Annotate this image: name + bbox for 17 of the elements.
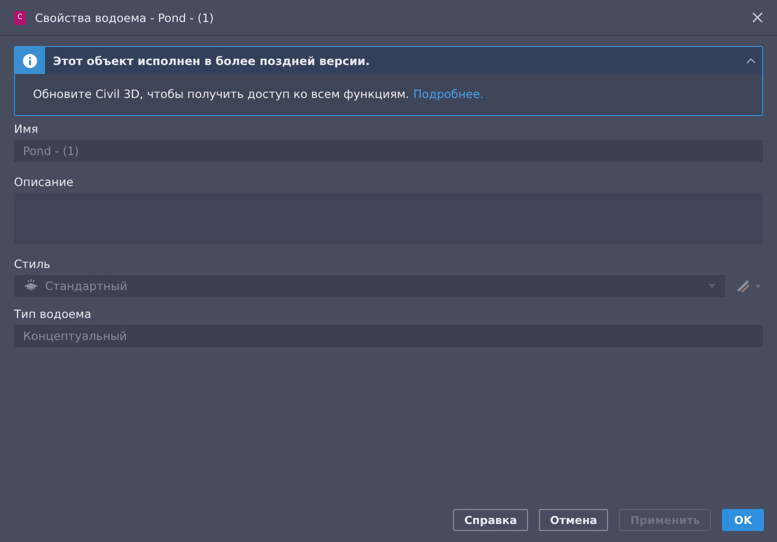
- banner-message: Обновите Civil 3D, чтобы получить доступ ко всем функциям.: [33, 87, 410, 101]
- brush-icon: [736, 279, 762, 293]
- chevron-icon[interactable]: [746, 58, 756, 64]
- dialog-button[interactable]: Отмена: [539, 509, 608, 531]
- info-icon: [23, 54, 37, 68]
- more-link[interactable]: Подробнее.: [413, 87, 484, 101]
- field-label: Тип водоема: [14, 307, 92, 321]
- window-title: Свойства водоема - Pond - (1): [35, 10, 215, 24]
- dialog-button[interactable]: Справка: [453, 509, 528, 531]
- layers-icon: [23, 279, 39, 293]
- close-icon[interactable]: [752, 12, 763, 23]
- banner-title: Этот объект исполнен в более поздней версии.: [52, 54, 371, 68]
- dropdown-arrow-icon: [708, 284, 716, 288]
- dialog-button[interactable]: OK: [722, 509, 764, 531]
- field-label: Имя: [14, 122, 38, 136]
- field-label: Описание: [14, 175, 74, 189]
- field-label: Стиль: [14, 257, 50, 271]
